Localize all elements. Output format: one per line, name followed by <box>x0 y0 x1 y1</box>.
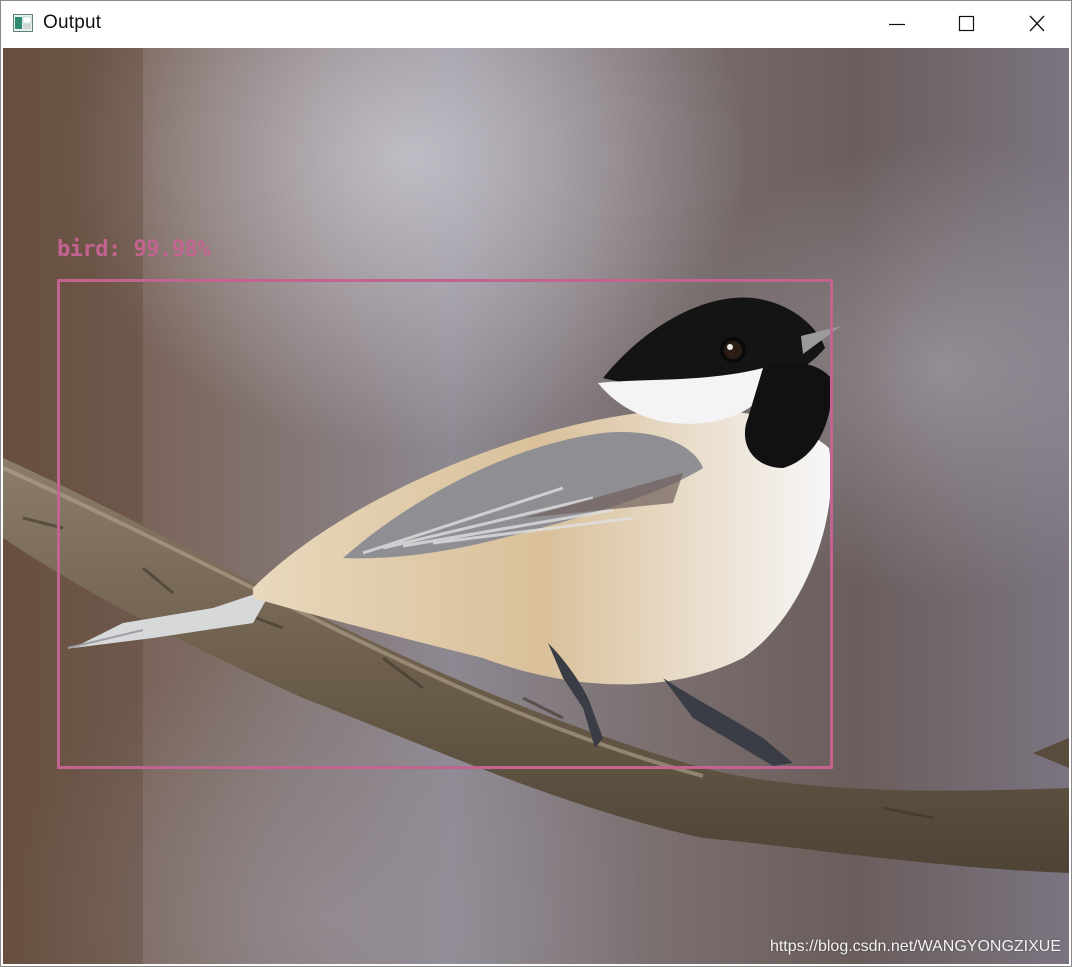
maximize-button[interactable] <box>931 1 1001 47</box>
title-bar[interactable]: Output <box>1 1 1071 47</box>
minimize-button[interactable] <box>861 1 931 47</box>
window-title: Output <box>43 12 102 33</box>
maximize-icon <box>958 15 975 32</box>
app-icon <box>13 14 33 32</box>
minimize-icon <box>889 23 905 26</box>
image-canvas: bird: 99.98% https://blog.csdn.net/WANGY… <box>3 48 1069 964</box>
detection-label: bird: 99.98% <box>57 237 210 262</box>
output-window: Output bird: 99.98% https://blog.csdn.ne… <box>0 0 1072 967</box>
detection-bounding-box <box>57 279 833 769</box>
watermark-text: https://blog.csdn.net/WANGYONGZIXUE <box>769 938 1061 955</box>
close-icon <box>1029 15 1045 32</box>
close-button[interactable] <box>1001 1 1071 47</box>
